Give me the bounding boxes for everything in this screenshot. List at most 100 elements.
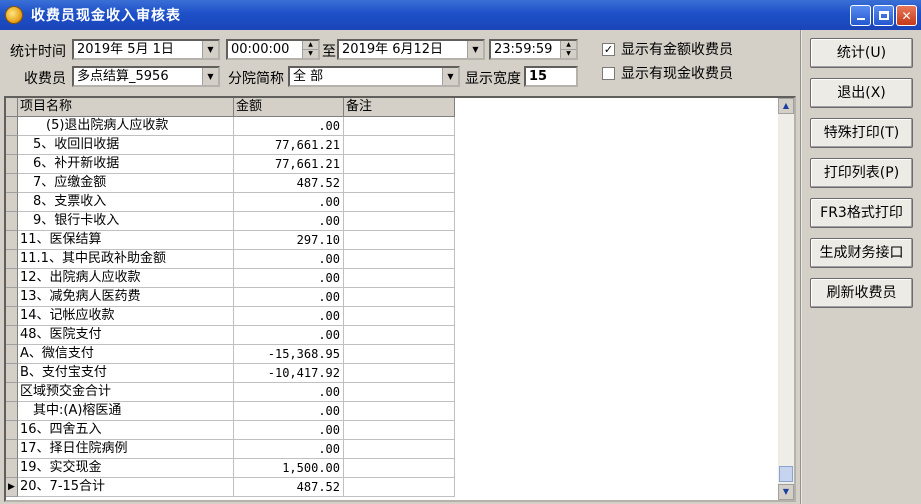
note-cell[interactable] <box>344 269 455 288</box>
row-selector[interactable] <box>6 345 18 364</box>
row-selector[interactable] <box>6 136 18 155</box>
row-selector[interactable] <box>6 421 18 440</box>
item-name-cell[interactable]: 12、出院病人应收款 <box>18 269 234 288</box>
amount-cell[interactable]: .00 <box>234 288 344 307</box>
row-selector[interactable] <box>6 269 18 288</box>
amount-cell[interactable]: .00 <box>234 212 344 231</box>
stat-button[interactable]: 统计(U) <box>810 38 913 68</box>
cashier-select[interactable]: 多点结算_5956 ▼ <box>72 66 220 87</box>
table-row[interactable]: 8、支票收入 .00 <box>6 193 455 212</box>
start-date-dropdown-icon[interactable]: ▼ <box>202 41 218 58</box>
note-cell[interactable] <box>344 212 455 231</box>
special-print-button[interactable]: 特殊打印(T) <box>810 118 913 148</box>
item-name-cell[interactable]: 5、收回旧收据 <box>18 136 234 155</box>
table-row[interactable]: 区域预交金合计 .00 <box>6 383 455 402</box>
scroll-down-icon[interactable]: ▼ <box>778 484 794 500</box>
table-row[interactable]: A、微信支付 -15,368.95 <box>6 345 455 364</box>
end-date-picker[interactable]: 2019年 6月12日 ▼ <box>337 39 485 60</box>
item-name-cell[interactable]: 19、实交现金 <box>18 459 234 478</box>
table-row[interactable]: 9、银行卡收入 .00 <box>6 212 455 231</box>
item-name-cell[interactable]: 11、医保结算 <box>18 231 234 250</box>
row-selector[interactable] <box>6 155 18 174</box>
amount-cell[interactable]: 297.10 <box>234 231 344 250</box>
note-cell[interactable] <box>344 326 455 345</box>
row-selector[interactable] <box>6 459 18 478</box>
row-selector[interactable] <box>6 212 18 231</box>
note-cell[interactable] <box>344 193 455 212</box>
note-cell[interactable] <box>344 250 455 269</box>
row-selector[interactable] <box>6 250 18 269</box>
note-cell[interactable] <box>344 402 455 421</box>
table-row[interactable]: 其中:(A)榕医通 .00 <box>6 402 455 421</box>
item-name-cell[interactable]: 11.1、其中民政补助金额 <box>18 250 234 269</box>
fr3-print-button[interactable]: FR3格式打印 <box>810 198 913 228</box>
start-time-field[interactable]: 00:00:00 ▲ ▼ <box>226 39 320 60</box>
minimize-button[interactable] <box>850 5 871 26</box>
amount-cell[interactable]: .00 <box>234 250 344 269</box>
end-time-field[interactable]: 23:59:59 ▲ ▼ <box>489 39 578 60</box>
row-selector[interactable] <box>6 383 18 402</box>
item-name-cell[interactable]: 6、补开新收据 <box>18 155 234 174</box>
table-row[interactable]: B、支付宝支付 -10,417.92 <box>6 364 455 383</box>
item-name-cell[interactable]: 其中:(A)榕医通 <box>18 402 234 421</box>
item-name-cell[interactable]: (5)退出院病人应收款 <box>18 117 234 136</box>
maximize-button[interactable] <box>873 5 894 26</box>
exit-button[interactable]: 退出(X) <box>810 78 913 108</box>
table-row[interactable]: 6、补开新收据 77,661.21 <box>6 155 455 174</box>
start-date-picker[interactable]: 2019年 5月 1日 ▼ <box>72 39 220 60</box>
table-row[interactable]: (5)退出院病人应收款 .00 <box>6 117 455 136</box>
amount-cell[interactable]: .00 <box>234 269 344 288</box>
table-row[interactable]: ▶ 20、7-15合计 487.52 <box>6 478 455 497</box>
refresh-cashier-button[interactable]: 刷新收费员 <box>810 278 913 308</box>
note-cell[interactable] <box>344 478 455 497</box>
branch-select[interactable]: 全 部 ▼ <box>288 66 460 87</box>
amount-cell[interactable]: 77,661.21 <box>234 155 344 174</box>
item-name-cell[interactable]: 区域预交金合计 <box>18 383 234 402</box>
note-cell[interactable] <box>344 421 455 440</box>
amount-cell[interactable]: .00 <box>234 383 344 402</box>
item-name-cell[interactable]: 14、记帐应收款 <box>18 307 234 326</box>
item-name-cell[interactable]: 48、医院支付 <box>18 326 234 345</box>
table-row[interactable]: 11.1、其中民政补助金额 .00 <box>6 250 455 269</box>
amount-cell[interactable]: 77,661.21 <box>234 136 344 155</box>
amount-cell[interactable]: .00 <box>234 402 344 421</box>
note-cell[interactable] <box>344 155 455 174</box>
amount-cell[interactable]: .00 <box>234 440 344 459</box>
show-cash-checkbox[interactable]: 显示有现金收费员 <box>602 63 733 83</box>
note-cell[interactable] <box>344 288 455 307</box>
table-row[interactable]: 7、应缴金额 487.52 <box>6 174 455 193</box>
item-name-cell[interactable]: 9、银行卡收入 <box>18 212 234 231</box>
table-row[interactable]: 13、减免病人医药费 .00 <box>6 288 455 307</box>
amount-cell[interactable]: -15,368.95 <box>234 345 344 364</box>
note-cell[interactable] <box>344 383 455 402</box>
spin-up-icon[interactable]: ▲ <box>561 41 576 50</box>
item-name-cell[interactable]: 8、支票收入 <box>18 193 234 212</box>
row-selector[interactable] <box>6 117 18 136</box>
close-button[interactable]: ✕ <box>896 5 917 26</box>
end-date-dropdown-icon[interactable]: ▼ <box>467 41 483 58</box>
table-row[interactable]: 19、实交现金 1,500.00 <box>6 459 455 478</box>
spin-down-icon[interactable]: ▼ <box>303 50 318 58</box>
item-name-cell[interactable]: B、支付宝支付 <box>18 364 234 383</box>
cashier-dropdown-icon[interactable]: ▼ <box>202 68 218 85</box>
row-selector[interactable] <box>6 174 18 193</box>
item-name-cell[interactable]: 7、应缴金额 <box>18 174 234 193</box>
note-cell[interactable] <box>344 231 455 250</box>
row-selector[interactable] <box>6 231 18 250</box>
end-time-spinner[interactable]: ▲ ▼ <box>560 41 576 58</box>
amount-cell[interactable]: .00 <box>234 193 344 212</box>
row-selector[interactable] <box>6 307 18 326</box>
item-name-cell[interactable]: A、微信支付 <box>18 345 234 364</box>
amount-cell[interactable]: .00 <box>234 307 344 326</box>
table-row[interactable]: 16、四舍五入 .00 <box>6 421 455 440</box>
current-row-indicator-icon[interactable]: ▶ <box>6 478 18 497</box>
spin-up-icon[interactable]: ▲ <box>303 41 318 50</box>
item-name-cell[interactable]: 16、四舍五入 <box>18 421 234 440</box>
scroll-up-icon[interactable]: ▲ <box>778 98 794 114</box>
amount-cell[interactable]: 487.52 <box>234 174 344 193</box>
item-name-cell[interactable]: 13、减免病人医药费 <box>18 288 234 307</box>
amount-cell[interactable]: .00 <box>234 117 344 136</box>
row-selector[interactable] <box>6 440 18 459</box>
column-header-amount[interactable]: 金额 <box>234 98 344 117</box>
note-cell[interactable] <box>344 440 455 459</box>
